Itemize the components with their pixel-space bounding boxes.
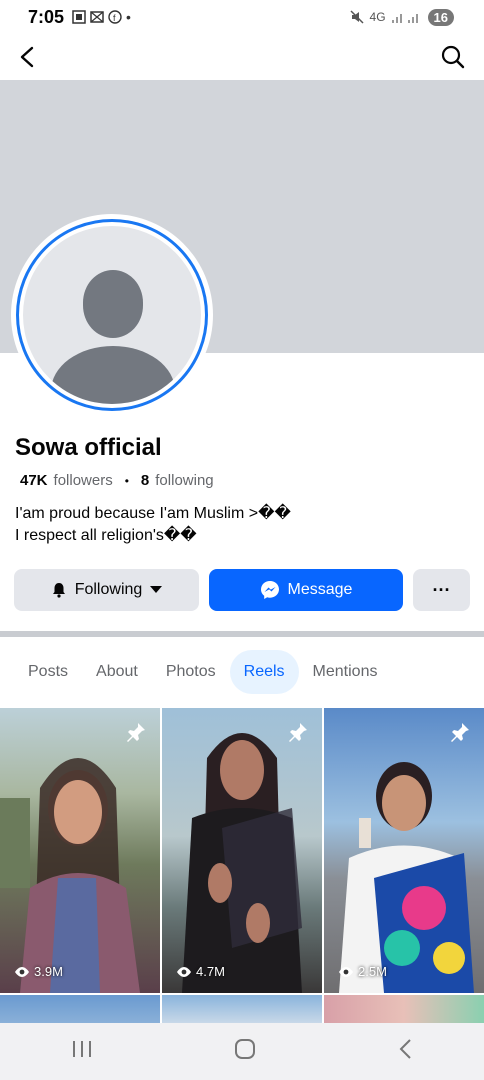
reel-tile[interactable] bbox=[0, 995, 160, 1023]
battery-indicator: 16 bbox=[427, 8, 454, 26]
tab-photos[interactable]: Photos bbox=[152, 650, 230, 694]
profile-stats: 47K followers • 8 following bbox=[20, 472, 214, 489]
dot-icon: • bbox=[126, 9, 131, 25]
bio-line-2: I respect all religion's�� bbox=[15, 527, 197, 544]
tab-mentions[interactable]: Mentions bbox=[299, 650, 392, 694]
reel-tile[interactable] bbox=[162, 995, 322, 1023]
home-icon bbox=[234, 1039, 255, 1059]
reel-views: 3.9M bbox=[14, 964, 63, 979]
reel-views-count: 2.5M bbox=[358, 964, 387, 979]
pin-icon bbox=[288, 722, 308, 747]
more-options-button[interactable]: ··· bbox=[413, 569, 470, 611]
mute-icon bbox=[349, 10, 364, 24]
section-divider bbox=[0, 631, 484, 637]
status-time: 7:05 bbox=[28, 6, 65, 27]
more-icon: ··· bbox=[432, 579, 451, 600]
system-back-icon bbox=[399, 1039, 412, 1059]
bio-line-1: I'am proud because I'am Muslim >�� bbox=[15, 505, 291, 522]
svg-text:f: f bbox=[113, 13, 116, 23]
followers-count[interactable]: 47K bbox=[20, 472, 48, 489]
back-button[interactable] bbox=[10, 39, 46, 75]
caret-down-icon bbox=[150, 586, 163, 593]
profile-name: Sowa official bbox=[15, 434, 162, 461]
avatar[interactable] bbox=[23, 226, 201, 404]
reel-tile[interactable]: 4.7M bbox=[162, 708, 322, 993]
gallery-icon bbox=[90, 11, 104, 23]
search-button[interactable] bbox=[435, 39, 471, 75]
reel-tile[interactable]: 2.5M bbox=[324, 708, 484, 993]
system-indicators: 4G 16 bbox=[349, 8, 454, 26]
network-type: 4G bbox=[369, 10, 386, 24]
signal-icon bbox=[391, 14, 418, 23]
pin-icon bbox=[450, 722, 470, 747]
reel-views: 2.5M bbox=[338, 964, 387, 979]
reel-views-count: 3.9M bbox=[34, 964, 63, 979]
status-bar: 7:05 f • 4G 16 bbox=[0, 0, 484, 34]
messenger-icon bbox=[260, 581, 279, 599]
avatar-silhouette-head bbox=[83, 270, 143, 338]
following-label[interactable]: following bbox=[155, 472, 213, 489]
recent-apps-button[interactable] bbox=[71, 1040, 93, 1063]
screenshot-icon bbox=[72, 10, 86, 24]
home-button[interactable] bbox=[234, 1038, 256, 1065]
reel-thumbnail bbox=[182, 733, 302, 993]
reel-tile[interactable]: 3.9M bbox=[0, 708, 160, 993]
eye-icon bbox=[177, 966, 191, 977]
pin-icon bbox=[126, 722, 146, 747]
system-nav-bar bbox=[0, 1023, 484, 1080]
bell-icon bbox=[52, 583, 65, 598]
recent-apps-icon bbox=[72, 1041, 91, 1057]
stats-separator: • bbox=[124, 473, 129, 488]
following-button-label: Following bbox=[74, 581, 143, 598]
following-count[interactable]: 8 bbox=[141, 472, 149, 489]
avatar-silhouette-body bbox=[51, 346, 175, 404]
following-button[interactable]: Following bbox=[14, 569, 199, 611]
eye-icon bbox=[339, 966, 353, 977]
tab-about[interactable]: About bbox=[82, 650, 152, 694]
reel-thumbnail bbox=[339, 762, 474, 993]
profile-tabs: Posts About Photos Reels Mentions bbox=[14, 650, 391, 694]
reel-tile[interactable] bbox=[324, 995, 484, 1023]
tab-posts[interactable]: Posts bbox=[14, 650, 82, 694]
reel-views-count: 4.7M bbox=[196, 964, 225, 979]
search-icon bbox=[441, 45, 465, 69]
message-button[interactable]: Message bbox=[209, 569, 403, 611]
message-button-label: Message bbox=[287, 581, 353, 598]
system-back-button[interactable] bbox=[397, 1038, 413, 1065]
tab-reels[interactable]: Reels bbox=[229, 650, 299, 694]
profile-bio: I'am proud because I'am Muslim >�� I res… bbox=[15, 503, 455, 547]
reels-grid: 3.9M 4.7M 2.5M bbox=[0, 708, 484, 1023]
notification-icons: f • bbox=[72, 9, 131, 25]
followers-label[interactable]: followers bbox=[54, 472, 113, 489]
reel-thumbnail bbox=[0, 758, 140, 993]
facebook-notification-icon: f bbox=[108, 10, 122, 24]
back-arrow-icon bbox=[20, 46, 34, 68]
eye-icon bbox=[15, 966, 29, 977]
reel-views: 4.7M bbox=[176, 964, 225, 979]
top-bar bbox=[0, 34, 484, 80]
